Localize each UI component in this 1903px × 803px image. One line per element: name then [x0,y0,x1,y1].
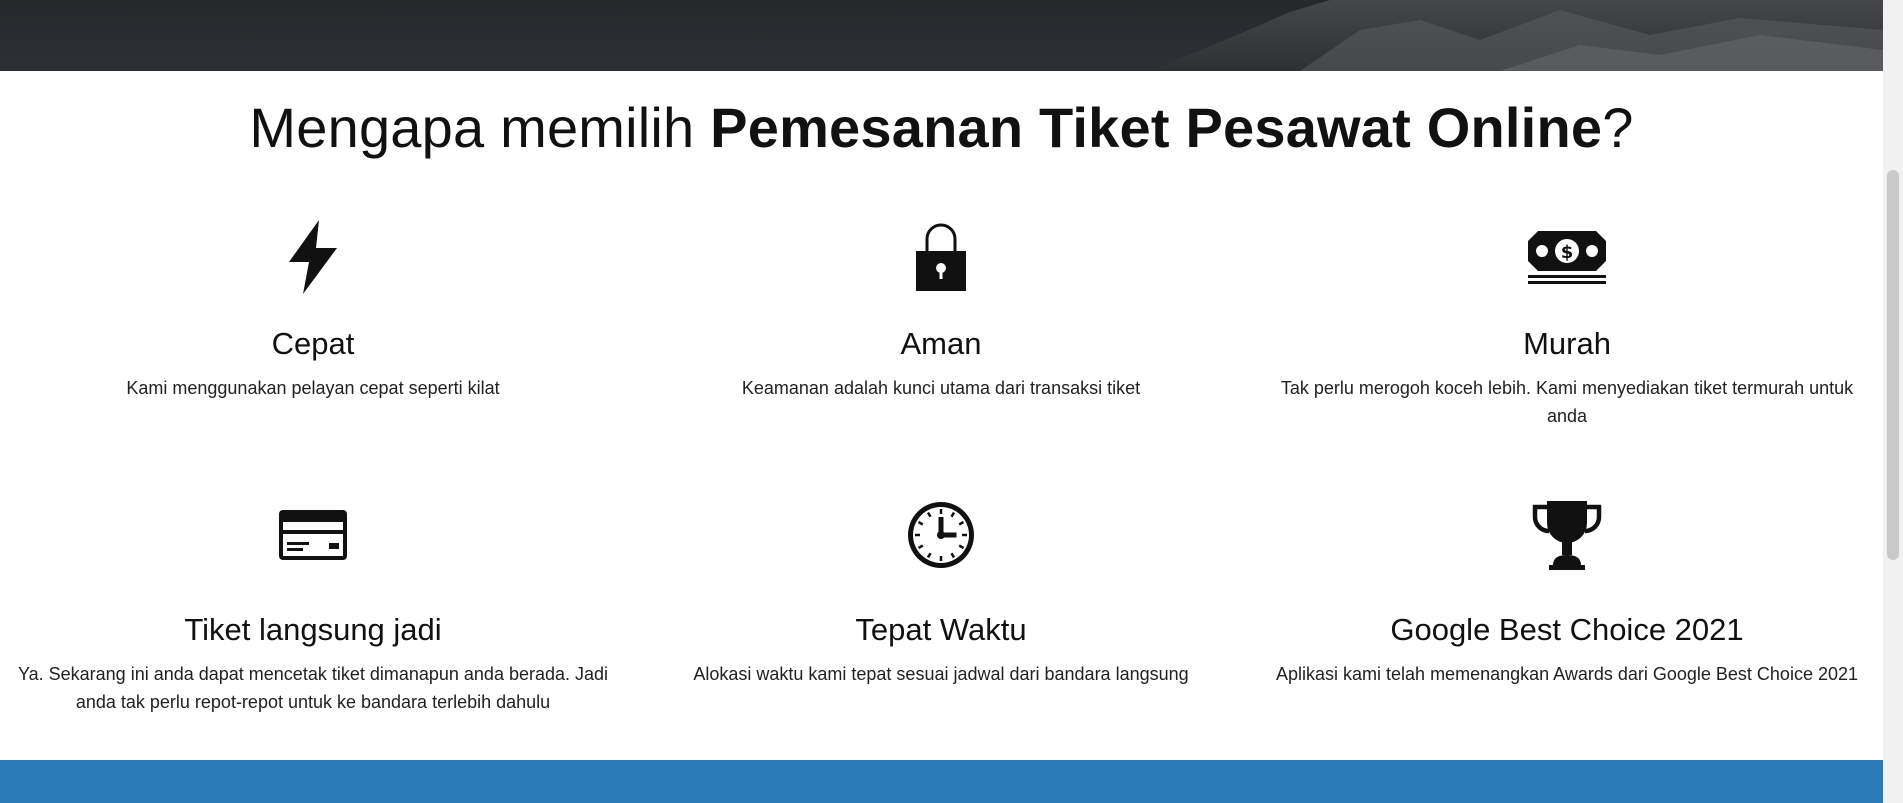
padlock-icon [631,212,1251,302]
feature-description: Keamanan adalah kunci utama dari transak… [741,378,1141,398]
lightning-bolt-icon [3,212,623,302]
scrollbar[interactable] [1883,0,1903,803]
credit-card-icon [3,490,623,580]
feature-tepat-waktu: Tepat Waktu Alokasi waktu kami tepat ses… [631,490,1251,688]
page: Mengapa memilih Pemesanan Tiket Pesawat … [0,0,1903,803]
svg-text:$: $ [1561,242,1574,263]
feature-title: Tepat Waktu [855,612,1027,647]
feature-title: Murah [1523,326,1611,361]
money-bill-icon: $ [1257,212,1877,302]
feature-description: Alokasi waktu kami tepat sesuai jadwal d… [693,664,1189,684]
feature-murah: $ Murah Tak perlu merogoh koceh lebih. K… [1257,212,1877,430]
section-title: Mengapa memilih Pemesanan Tiket Pesawat … [0,92,1883,164]
trophy-icon [1257,490,1877,580]
clock-icon [631,490,1251,580]
feature-title: Cepat [271,326,355,361]
mountain-silhouette [1150,0,1883,71]
feature-description: Ya. Sekarang ini anda dapat mencetak tik… [17,664,609,712]
footer-band [0,760,1883,803]
feature-aman: Aman Keamanan adalah kunci utama dari tr… [631,212,1251,402]
feature-description: Tak perlu merogoh koceh lebih. Kami meny… [1280,378,1854,426]
feature-google-best-choice: Google Best Choice 2021 Aplikasi kami te… [1257,490,1877,688]
feature-title: Tiket langsung jadi [184,612,442,647]
hero-background-image [0,0,1883,71]
feature-title: Aman [900,326,982,361]
feature-tiket-langsung-jadi: Tiket langsung jadi Ya. Sekarang ini and… [3,490,623,716]
feature-title: Google Best Choice 2021 [1390,612,1744,647]
scrollbar-thumb[interactable] [1887,170,1899,560]
title-prefix: Mengapa memilih [249,96,711,159]
title-bold: Pemesanan Tiket Pesawat Online [710,96,1603,159]
title-suffix: ? [1602,96,1634,159]
feature-description: Aplikasi kami telah memenangkan Awards d… [1276,664,1858,684]
feature-description: Kami menggunakan pelayan cepat seperti k… [126,378,500,398]
feature-cepat: Cepat Kami menggunakan pelayan cepat sep… [3,212,623,402]
